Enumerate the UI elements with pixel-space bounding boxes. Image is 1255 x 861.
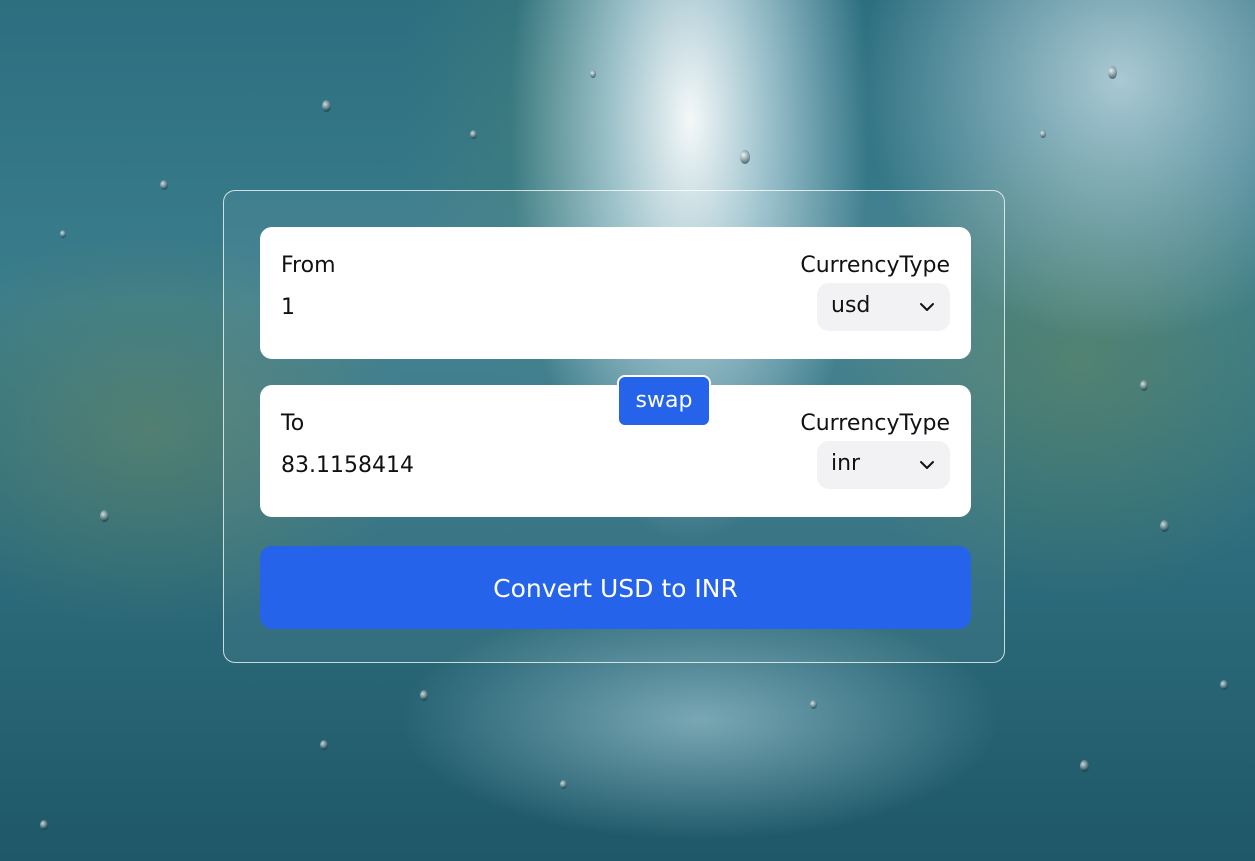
rain-drop bbox=[810, 700, 817, 709]
convert-button[interactable]: Convert USD to INR bbox=[260, 546, 971, 629]
rain-drop bbox=[1080, 760, 1089, 772]
rain-drop bbox=[60, 230, 66, 238]
to-currency-value: inr bbox=[831, 451, 861, 476]
to-currency-type-label: CurrencyType bbox=[800, 411, 950, 436]
chevron-down-icon bbox=[920, 303, 934, 311]
rain-drop bbox=[1160, 520, 1169, 532]
from-currency-value: usd bbox=[831, 293, 871, 318]
rain-drop bbox=[1220, 680, 1228, 690]
from-label: From bbox=[281, 253, 336, 278]
rain-drop bbox=[1040, 130, 1046, 138]
rain-drop bbox=[1140, 380, 1148, 391]
rain-drop bbox=[160, 180, 168, 190]
to-currency-select[interactable]: inr bbox=[817, 441, 950, 489]
rain-drop bbox=[40, 820, 48, 830]
rain-drop bbox=[470, 130, 477, 139]
rain-drop bbox=[100, 510, 109, 522]
from-currency-select[interactable]: usd bbox=[817, 283, 950, 331]
from-amount-input[interactable] bbox=[281, 295, 701, 320]
rain-drop bbox=[322, 100, 331, 112]
rain-drop bbox=[1108, 66, 1117, 79]
converter-card: From CurrencyType usd To CurrencyType in… bbox=[223, 190, 1005, 663]
to-amount-input[interactable] bbox=[281, 453, 701, 478]
rain-drop bbox=[420, 690, 428, 701]
chevron-down-icon bbox=[920, 461, 934, 469]
to-panel: To CurrencyType inr bbox=[260, 385, 971, 517]
rain-drop bbox=[560, 780, 567, 789]
rain-drop bbox=[320, 740, 328, 750]
rain-drop bbox=[590, 70, 596, 78]
swap-button[interactable]: swap bbox=[617, 375, 711, 427]
from-currency-type-label: CurrencyType bbox=[800, 253, 950, 278]
to-label: To bbox=[281, 411, 305, 436]
rain-drop bbox=[740, 150, 750, 164]
from-panel: From CurrencyType usd bbox=[260, 227, 971, 359]
